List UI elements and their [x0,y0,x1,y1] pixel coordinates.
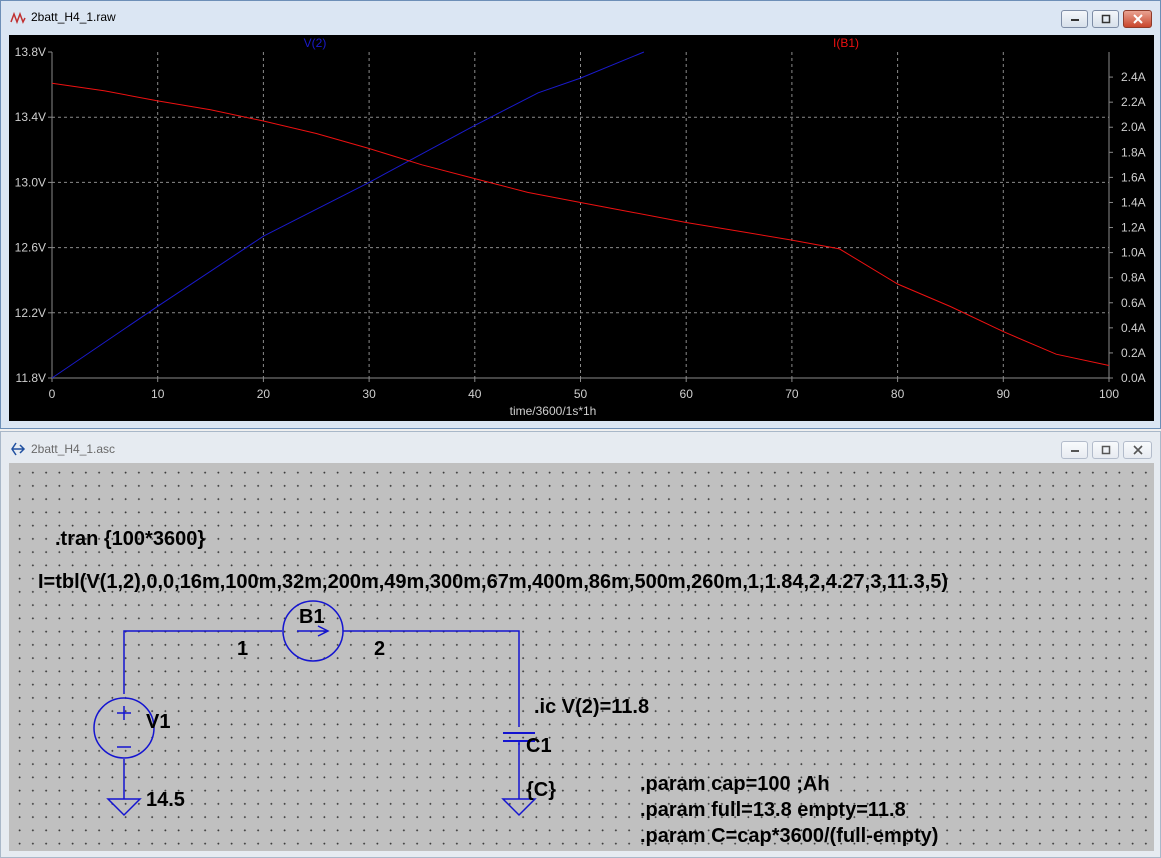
wire-node-1[interactable] [123,630,282,694]
left-axis-ticks: 11.8V 12.2V 12.6V 13.0V 13.4V 13.8V [15,45,52,385]
x-tick-label: 80 [891,387,905,401]
x-tick-label: 10 [151,387,165,401]
close-icon [1124,11,1151,27]
schematic-window-title: 2batt_H4_1.asc [31,442,116,456]
wire-node-2[interactable] [343,630,520,727]
waveform-app-icon [10,11,26,25]
schematic-window: 2batt_H4_1.asc .tran {100*3600} I=tbl(V(… [0,431,1161,858]
waveform-window-title: 2batt_H4_1.raw [31,10,116,24]
minimize-icon [1062,11,1087,27]
right-axis-ticks: 0.0A 0.2A 0.4A 0.6A 0.8A 1.0A 1.2A 1.4A 1.6A 1.8A… [1109,70,1146,385]
node-1-label[interactable]: 1 [237,638,248,661]
x-tick-label: 70 [785,387,799,401]
right-tick-label: 1.4A [1121,195,1146,209]
v1-voltage-source[interactable] [93,697,155,759]
x-tick-label: 0 [49,387,56,401]
waveform-close-button[interactable] [1123,10,1152,28]
v1-name-label[interactable]: V1 [146,711,170,734]
ground-icon[interactable] [106,798,142,817]
tran-directive[interactable]: .tran {100*3600} [55,528,205,551]
right-tick-label: 2.0A [1121,120,1146,134]
chart-grid [52,52,1109,378]
waveform-window: 2batt_H4_1.raw 11.8V 12.2V 12.6V 13.0V 13.4V… [0,0,1161,429]
x-tick-label: 30 [362,387,376,401]
schematic-title-bar[interactable]: 2batt_H4_1.asc [1,432,1160,463]
right-tick-label: 1.0A [1121,246,1146,260]
x-axis-ticks: 0 10 20 30 40 50 60 70 80 90 100 [49,378,1119,401]
v1-value-label[interactable]: 14.5 [146,789,185,812]
waveform-minimize-button[interactable] [1061,10,1088,28]
x-tick-label: 40 [468,387,482,401]
right-tick-label: 0.6A [1121,296,1146,310]
param-cap-directive[interactable]: .param cap=100 ;Ah [640,773,830,796]
right-tick-label: 0.2A [1121,346,1146,360]
right-tick-label: 1.2A [1121,221,1146,235]
waveform-title-bar[interactable]: 2batt_H4_1.raw [1,1,1160,35]
b1-behavioral-expression[interactable]: I=tbl(V(1,2),0,0,16m,100m,32m,200m,49m,3… [38,571,948,594]
right-tick-label: 0.8A [1121,271,1146,285]
maximize-icon [1093,11,1118,27]
left-tick-label: 13.4V [15,110,46,124]
waveform-plot-area[interactable]: 11.8V 12.2V 12.6V 13.0V 13.4V 13.8V 0.0A 0.2A 0… [9,35,1154,421]
x-axis-title: time/3600/1s*1h [510,404,597,418]
waveform-chart: 11.8V12.2V12.6V13.0V13.4V13.8V 0.0A0.2A0… [15,36,1146,418]
param-c-directive[interactable]: .param C=cap*3600/(full-empty) [640,825,938,848]
param-full-empty-directive[interactable]: .param full=13.8 empty=11.8 [640,799,906,822]
node-2-label[interactable]: 2 [374,638,385,661]
c1-value-label[interactable]: {C} [526,779,556,802]
right-tick-label: 2.4A [1121,70,1146,84]
x-tick-label: 60 [680,387,694,401]
right-tick-label: 1.6A [1121,170,1146,184]
trace-label-ib1[interactable]: I(B1) [833,36,859,50]
close-icon [1124,442,1151,458]
minimize-icon [1062,442,1087,458]
b1-name-label[interactable]: B1 [299,606,325,629]
x-tick-label: 100 [1099,387,1119,401]
ic-directive[interactable]: .ic V(2)=11.8 [534,696,649,719]
trace-v2-line[interactable] [51,51,645,379]
schematic-maximize-button[interactable] [1092,441,1119,459]
left-tick-label: 11.8V [16,371,46,385]
x-tick-label: 50 [574,387,588,401]
right-tick-label: 1.8A [1121,145,1146,159]
right-tick-label: 0.4A [1121,321,1146,335]
schematic-minimize-button[interactable] [1061,441,1088,459]
left-tick-label: 12.2V [15,306,46,320]
left-tick-label: 13.0V [15,175,46,189]
schematic-app-icon [11,442,26,456]
schematic-close-button[interactable] [1123,441,1152,459]
maximize-icon [1093,442,1118,458]
x-tick-label: 20 [257,387,271,401]
left-tick-label: 13.8V [15,45,46,59]
trace-label-v2[interactable]: V(2) [304,36,327,50]
waveform-maximize-button[interactable] [1092,10,1119,28]
x-tick-label: 90 [997,387,1011,401]
schematic-canvas[interactable]: .tran {100*3600} I=tbl(V(1,2),0,0,16m,10… [9,463,1154,851]
right-tick-label: 2.2A [1121,95,1146,109]
right-tick-label: 0.0A [1121,371,1146,385]
left-tick-label: 12.6V [15,241,46,255]
c1-name-label[interactable]: C1 [526,735,552,758]
